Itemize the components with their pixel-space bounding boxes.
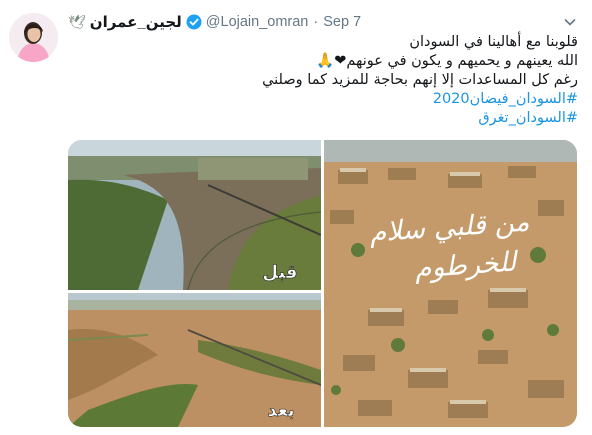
tweet-line-2-text: الله يعينهم و يحميهم و يكون في عونهم — [346, 53, 578, 69]
after-photo: بعد — [68, 293, 322, 427]
tweet-date[interactable]: Sep 7 — [323, 14, 361, 30]
tweet-line-1: قلوبنا مع أهالينا في السودان — [409, 34, 578, 50]
tweet-line-2: الله يعينهم و يحميهم و يكون في عونهم❤🙏 — [68, 52, 578, 71]
tweet-line-3: رغم كل المساعدات إلا إنهم بحاجة للمزيد ك… — [262, 72, 578, 88]
tweet[interactable]: 🕊 لجين_عمران @Lojain_omran · Sep 7 قلوبن… — [0, 0, 592, 435]
separator-dot: · — [313, 14, 319, 30]
hashtag-link-2[interactable]: #السودان_تغرق — [68, 109, 578, 128]
tweet-text: قلوبنا مع أهالينا في السودان الله يعينهم… — [68, 33, 578, 128]
avatar[interactable] — [9, 13, 58, 62]
verified-badge-icon — [186, 14, 202, 30]
chevron-down-icon[interactable] — [562, 14, 578, 30]
heart-pray-emoji: ❤🙏 — [316, 53, 347, 69]
flood-photo: من قلبي سلام للخرطوم — [324, 140, 577, 427]
user-handle[interactable]: @Lojain_omran — [206, 14, 309, 30]
tweet-header: 🕊 لجين_عمران @Lojain_omran · Sep 7 — [68, 10, 558, 34]
dove-icon: 🕊 — [68, 13, 86, 30]
before-label: قبل — [262, 262, 297, 283]
hashtag-link-1[interactable]: #السودان_فيضان2020 — [68, 90, 578, 109]
tweet-media-image[interactable]: قبل بعد من قلبي سلام للخرطوم — [68, 140, 577, 427]
before-photo: قبل — [68, 140, 322, 291]
display-name[interactable]: لجين_عمران — [90, 13, 182, 31]
after-label: بعد — [267, 400, 294, 421]
